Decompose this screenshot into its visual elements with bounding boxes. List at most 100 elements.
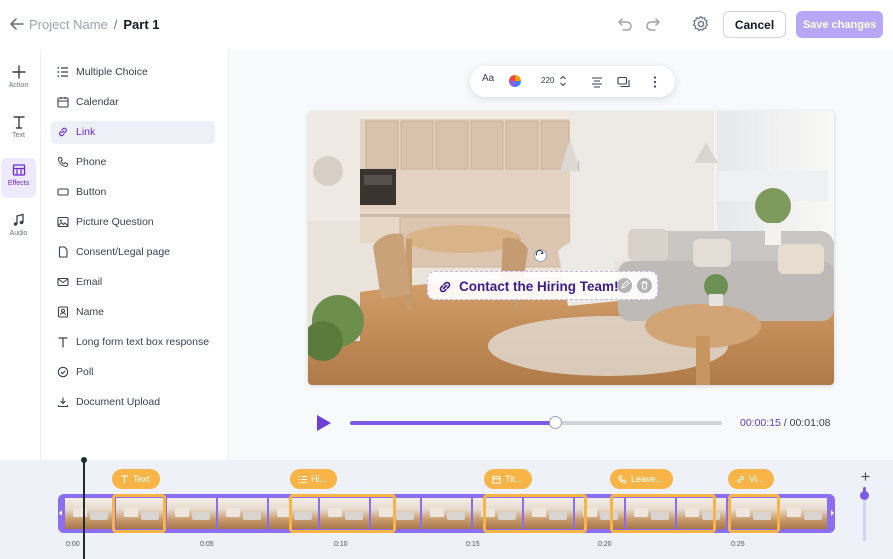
delete-trash-icon[interactable]: [637, 278, 652, 293]
button-icon: [57, 188, 69, 196]
total-time: 00:01:08: [789, 417, 831, 429]
filmstrip-frame: [779, 498, 827, 529]
rail-label-audio: Audio: [9, 230, 28, 237]
cta-link-overlay[interactable]: Contact the Hiring Team!: [427, 271, 658, 300]
elements-panel: Multiple Choice Calendar Link Phone Butt…: [42, 50, 229, 460]
font-size-value[interactable]: 220: [541, 76, 554, 93]
seek-progress: [350, 421, 555, 425]
panel-item-name[interactable]: Name: [51, 301, 215, 324]
panel-item-label: Link: [76, 126, 96, 138]
rail-item-audio[interactable]: Audio: [1, 208, 36, 248]
edit-pencil-icon[interactable]: [617, 278, 632, 293]
rail-label-action: Action: [8, 82, 29, 89]
panel-item-label: Poll: [76, 366, 94, 378]
panel-item-label: Calendar: [76, 96, 119, 108]
panel-item-multiple-choice[interactable]: Multiple Choice: [51, 61, 215, 84]
panel-item-label: Picture Question: [76, 216, 154, 228]
stepper-icon[interactable]: [559, 74, 567, 88]
timeline-chip-calendar[interactable]: Tit...: [484, 469, 533, 489]
breadcrumb-separator: /: [113, 17, 118, 32]
list-icon: [57, 67, 68, 77]
timeline-chip-phone[interactable]: Leave...: [610, 469, 674, 489]
panel-item-email[interactable]: Email: [51, 271, 215, 294]
rotate-handle-icon[interactable]: [534, 249, 547, 262]
list-icon: [298, 475, 307, 484]
phone-icon: [58, 157, 68, 167]
calendar-icon: [57, 97, 69, 108]
plus-icon: [11, 65, 26, 79]
timecode: 00:00:15 / 00:01:08: [740, 417, 831, 429]
chip-label: Hi...: [311, 474, 328, 484]
rail-item-action[interactable]: Action: [1, 60, 36, 100]
panel-item-link[interactable]: Link: [51, 121, 215, 144]
panel-item-document-upload[interactable]: Document Upload: [51, 391, 215, 414]
timeline-segment-link[interactable]: [728, 494, 780, 533]
back-arrow-icon[interactable]: [8, 15, 26, 33]
image-icon: [57, 216, 69, 228]
filmstrip-frame: [65, 498, 114, 529]
timeline-playhead[interactable]: [83, 459, 85, 559]
timeline-chip-text[interactable]: Text: [112, 469, 160, 489]
color-wheel-icon[interactable]: [509, 75, 521, 87]
play-icon[interactable]: [316, 414, 332, 432]
redo-icon[interactable]: [644, 14, 664, 34]
text-icon: [121, 475, 128, 483]
breadcrumb-current: Part 1: [123, 17, 160, 32]
time-tick: 0:10: [334, 541, 348, 548]
rail-label-text: Text: [12, 132, 25, 139]
time-tick: 0:25: [731, 541, 745, 548]
playhead-knob[interactable]: [81, 457, 87, 463]
time-tick: 0:15: [466, 541, 480, 548]
filmstrip-frame: [422, 498, 471, 529]
panel-item-phone[interactable]: Phone: [51, 151, 215, 174]
timeline-chip-link[interactable]: Vi...: [728, 469, 775, 489]
panel-item-label: Phone: [76, 156, 107, 168]
time-tick: 0:00: [66, 541, 80, 548]
settings-gear-icon[interactable]: [691, 14, 711, 34]
breadcrumb: Project Name / Part 1: [29, 17, 160, 32]
timeline-chip-list[interactable]: Hi...: [290, 469, 338, 489]
video-preview[interactable]: [308, 111, 834, 385]
chip-label: Leave...: [631, 474, 664, 484]
zoom-in-icon[interactable]: [861, 472, 870, 481]
save-changes-button[interactable]: Save changes: [796, 11, 883, 38]
rail-label-effects: Effects: [7, 180, 30, 187]
timeline-segment-phone[interactable]: [610, 494, 716, 533]
rail-item-effects[interactable]: Effects: [1, 158, 36, 198]
breadcrumb-project[interactable]: Project Name: [29, 17, 108, 32]
panel-item-label: Button: [76, 186, 107, 198]
panel-item-poll[interactable]: Poll: [51, 361, 215, 384]
panel-item-picture-question[interactable]: Picture Question: [51, 211, 215, 234]
mail-icon: [57, 277, 69, 287]
rail-item-text[interactable]: Text: [1, 110, 36, 150]
timeline-segment-list[interactable]: [289, 494, 396, 533]
seek-bar[interactable]: [350, 416, 722, 429]
chip-label: Tit...: [505, 474, 523, 484]
cancel-button[interactable]: Cancel: [723, 11, 786, 38]
panel-item-long-form-text[interactable]: Long form text box response: [51, 331, 215, 354]
layers-icon[interactable]: [617, 76, 630, 88]
calendar-icon: [492, 476, 501, 484]
timeline-segment-text[interactable]: [112, 494, 166, 533]
more-vertical-icon[interactable]: [653, 76, 657, 88]
link-icon: [439, 281, 451, 293]
kitchen-scene-image: [308, 111, 834, 385]
text-format-toolbar: Aa 220: [470, 66, 675, 97]
panel-item-label: Consent/Legal page: [76, 246, 170, 258]
download-icon: [57, 397, 69, 408]
panel-item-button[interactable]: Button: [51, 181, 215, 204]
link-icon: [59, 127, 67, 137]
document-icon: [58, 246, 68, 258]
time-tick: 0:05: [200, 541, 214, 548]
trim-right-handle-icon[interactable]: [830, 510, 834, 516]
panel-item-label: Document Upload: [76, 396, 161, 408]
seek-handle[interactable]: [548, 416, 562, 429]
undo-icon[interactable]: [614, 14, 634, 34]
panel-item-calendar[interactable]: Calendar: [51, 91, 215, 114]
trim-left-handle-icon[interactable]: [59, 510, 63, 516]
tool-rail: Action Text Effects Audio: [0, 50, 41, 460]
font-button[interactable]: Aa: [482, 73, 494, 90]
panel-item-consent[interactable]: Consent/Legal page: [51, 241, 215, 264]
align-center-icon[interactable]: [591, 76, 603, 88]
timeline-segment-calendar[interactable]: [483, 494, 587, 533]
